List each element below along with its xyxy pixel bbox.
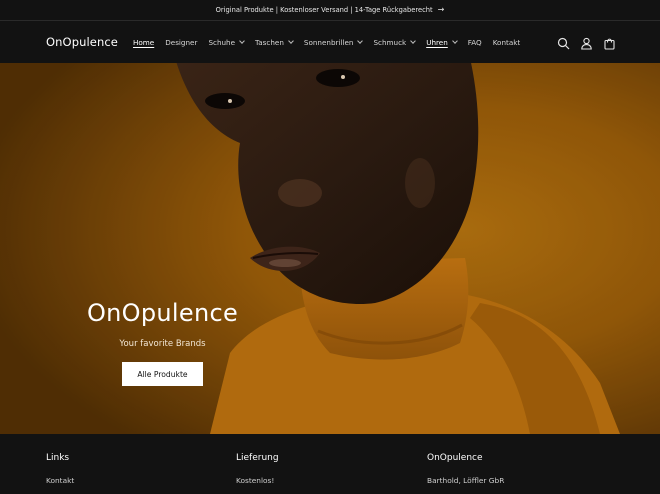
footer-column-company: OnOpulence Barthold, Löffler GbR	[427, 453, 504, 485]
footer-text: Kostenlos!	[236, 476, 275, 485]
footer-heading: OnOpulence	[427, 453, 483, 463]
nav-item-designer[interactable]: Designer	[165, 38, 197, 47]
arrow-right-icon[interactable]: →	[438, 6, 445, 14]
nav-label: Taschen	[255, 38, 284, 47]
main-navigation: Home Designer Schuhe Taschen Sonnenbrill…	[133, 38, 531, 47]
all-products-button[interactable]: Alle Produkte	[122, 362, 203, 386]
nav-label: Sonnenbrillen	[303, 38, 354, 47]
nav-item-uhren[interactable]: Uhren	[426, 38, 458, 47]
hero-subtitle: Your favorite Brands	[119, 339, 206, 349]
footer-link-kontakt[interactable]: Kontakt	[46, 476, 74, 485]
chevron-down-icon	[451, 38, 458, 44]
nav-label: Uhren	[426, 38, 448, 47]
nav-item-taschen[interactable]: Taschen	[255, 38, 294, 47]
nav-item-schmuck[interactable]: Schmuck	[373, 38, 417, 47]
footer-column-links: Links Kontakt	[46, 453, 74, 485]
nav-item-sonnenbrillen[interactable]: Sonnenbrillen	[303, 38, 364, 47]
site-footer: Links Kontakt Lieferung Kostenlos! OnOpu…	[0, 434, 660, 494]
chevron-down-icon	[410, 38, 417, 44]
nav-label: Schmuck	[373, 38, 407, 47]
hero-banner: OnOpulence Your favorite Brands Alle Pro…	[0, 63, 660, 434]
store-logo[interactable]: OnOpulence	[46, 35, 118, 49]
account-icon[interactable]	[580, 35, 593, 50]
announcement-bar[interactable]: Original Produkte | Kostenloser Versand …	[0, 0, 660, 20]
chevron-down-icon	[357, 38, 364, 44]
announcement-text: Original Produkte | Kostenloser Versand …	[215, 6, 433, 14]
nav-item-faq[interactable]: FAQ	[468, 38, 482, 47]
footer-text: Barthold, Löffler GbR	[427, 476, 505, 485]
site-header: OnOpulence Home Designer Schuhe Taschen …	[0, 20, 660, 63]
nav-label: FAQ	[467, 38, 482, 47]
footer-heading: Links	[46, 453, 70, 463]
header-icons	[547, 35, 616, 50]
nav-item-home[interactable]: Home	[133, 38, 154, 47]
hero-title: OnOpulence	[86, 299, 239, 327]
chevron-down-icon	[239, 38, 245, 44]
nav-item-schuhe[interactable]: Schuhe	[208, 38, 245, 47]
hero-content: OnOpulence Your favorite Brands Alle Pro…	[0, 63, 325, 434]
nav-label: Kontakt	[492, 38, 521, 47]
nav-label: Schuhe	[208, 38, 236, 47]
footer-column-delivery: Lieferung Kostenlos!	[236, 453, 279, 485]
nav-item-kontakt[interactable]: Kontakt	[493, 38, 521, 47]
search-icon[interactable]	[557, 35, 570, 50]
nav-label: Designer	[165, 38, 198, 47]
footer-heading: Lieferung	[236, 453, 279, 463]
cart-icon[interactable]	[603, 35, 616, 50]
nav-label: Home	[133, 38, 155, 47]
chevron-down-icon	[288, 38, 294, 44]
